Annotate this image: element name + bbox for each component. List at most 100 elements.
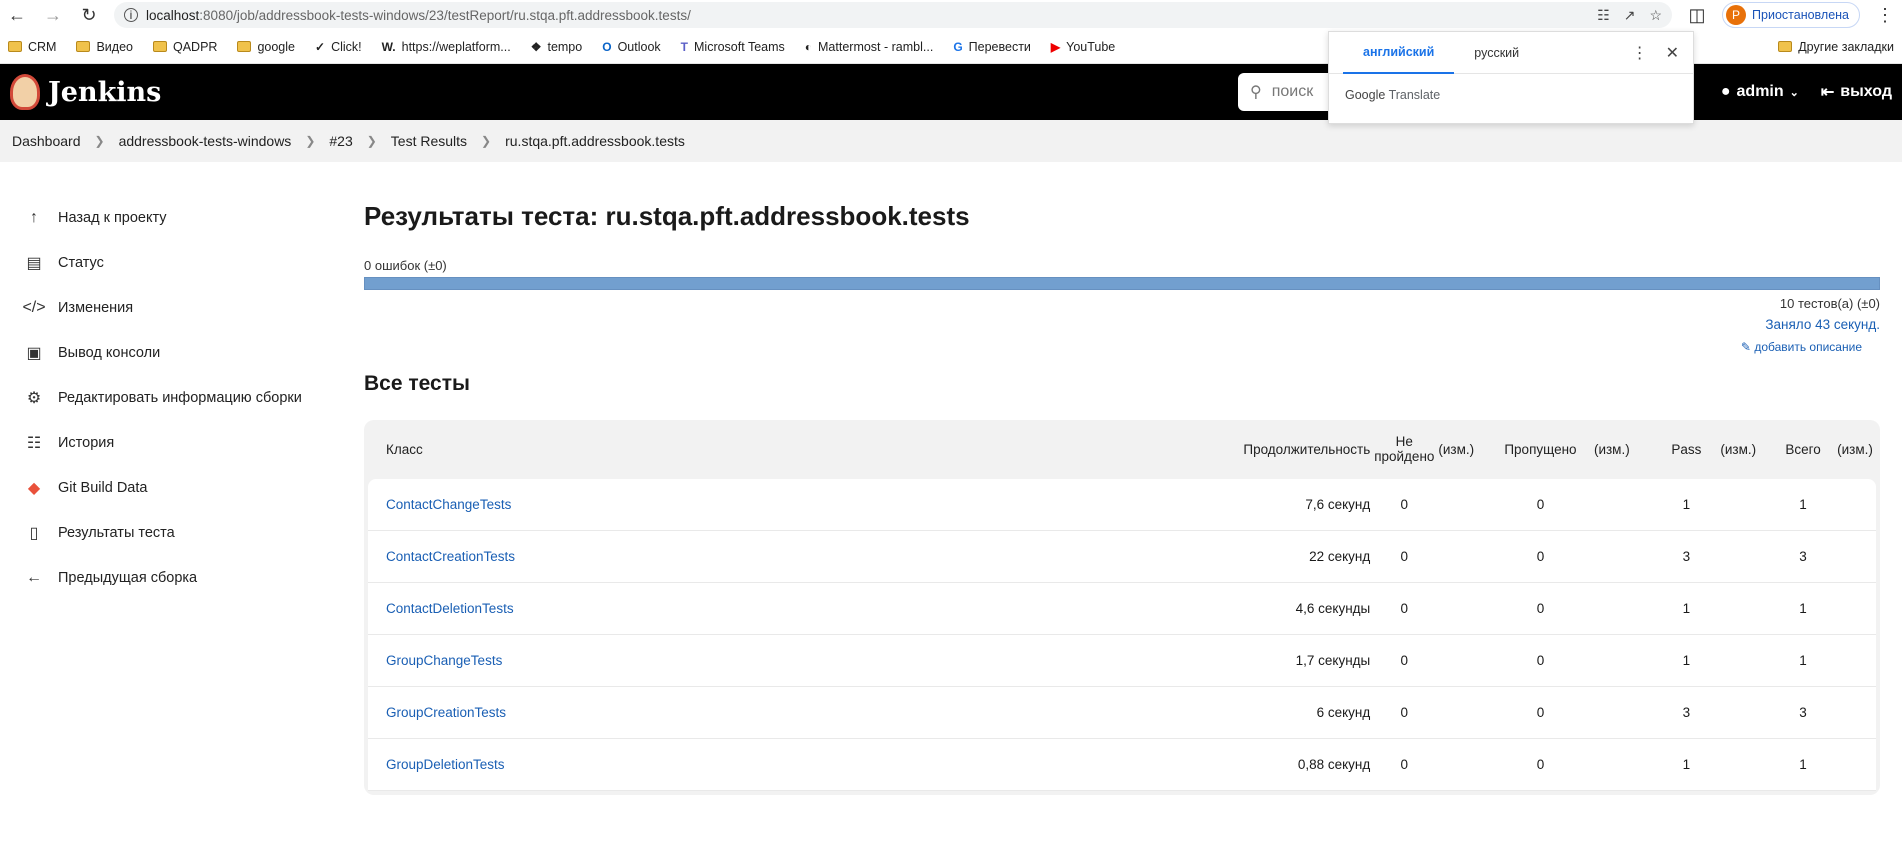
sidebar-item-previous-build[interactable]: ← Предыдущая сборка (0, 555, 340, 600)
sidebar-item-history[interactable]: ☷ История (0, 420, 340, 465)
bookmark[interactable]: ✓ Click! (315, 40, 362, 54)
col-pass[interactable]: Pass (1652, 442, 1720, 457)
duration-cell: 6 секунд (1316, 705, 1371, 720)
search-icon: ⚲ (1250, 84, 1262, 101)
col-failed-line1: Не (1395, 433, 1413, 449)
failed-cell: 0 (1400, 705, 1409, 720)
breadcrumb-item[interactable]: Test Results (391, 133, 467, 149)
jenkins-logo[interactable]: Jenkins (10, 74, 161, 110)
sidebar-item-console[interactable]: ▣ Вывод консоли (0, 330, 340, 375)
skipped-cell: 0 (1536, 757, 1545, 772)
col-total[interactable]: Всего (1769, 442, 1837, 457)
class-cell: GroupDeletionTests (368, 757, 1166, 772)
menu-dots-icon[interactable]: ⋮ (1874, 4, 1896, 26)
col-duration[interactable]: Продолжительность (1166, 442, 1370, 457)
pass-cell: 1 (1682, 757, 1691, 772)
class-link[interactable]: GroupCreationTests (386, 705, 506, 720)
breadcrumb-item[interactable]: Dashboard (12, 133, 81, 149)
bookmark[interactable]: QADPR (153, 40, 217, 54)
bookmark[interactable]: ◐ Mattermost - rambl... (805, 40, 934, 54)
add-description-link[interactable]: ✎ добавить описание (364, 340, 1880, 354)
table-row: ContactCreationTests 22 секунд 0 0 3 3 (368, 531, 1876, 583)
sidebar-item-changes[interactable]: </> Изменения (0, 285, 340, 330)
bookmark[interactable]: ❖ tempo (531, 40, 583, 54)
class-cell: ContactCreationTests (368, 549, 1166, 564)
col-failed-line2: пройдено (1374, 448, 1435, 464)
logout-label: выход (1840, 83, 1892, 100)
bookmark-label: tempo (547, 39, 583, 54)
breadcrumb-item[interactable]: ru.stqa.pft.addressbook.tests (505, 133, 685, 149)
bookmark[interactable]: ▶ YouTube (1051, 40, 1115, 54)
more-options-icon[interactable]: ⋮ (1632, 43, 1648, 63)
user-icon: ● (1720, 83, 1731, 100)
bookmark[interactable]: W. https://weplatform... (382, 40, 511, 54)
col-skipped-diff[interactable]: (изм.) (1594, 442, 1652, 457)
class-link[interactable]: ContactCreationTests (386, 549, 515, 564)
sidebar-item-label: Статус (58, 254, 104, 271)
failed-cell: 0 (1400, 549, 1409, 564)
tab-russian[interactable]: русский (1454, 32, 1539, 74)
profile-button[interactable]: P Приостановлена (1722, 2, 1860, 28)
class-link[interactable]: ContactDeletionTests (386, 601, 514, 616)
sidebar-item-back[interactable]: ↑ Назад к проекту (0, 195, 340, 240)
pencil-icon: ✎ (1740, 340, 1751, 354)
side-panel-icon[interactable]: ◫ (1686, 4, 1708, 26)
class-cell: GroupChangeTests (368, 653, 1166, 668)
document-icon: ▤ (26, 254, 42, 272)
back-icon[interactable]: ← (6, 4, 28, 26)
terminal-icon: ▣ (26, 344, 42, 362)
share-icon[interactable]: ↗ (1624, 7, 1636, 24)
address-bar[interactable]: i localhost:8080/job/addressbook-tests-w… (114, 2, 1673, 28)
bookmark[interactable]: T Microsoft Teams (681, 40, 785, 54)
bookmark[interactable]: CRM (8, 40, 56, 54)
close-icon[interactable]: ✕ (1666, 43, 1679, 63)
class-link[interactable]: ContactChangeTests (386, 497, 511, 512)
other-bookmarks[interactable]: Другие закладки (1778, 40, 1894, 54)
table-row: GroupChangeTests 1,7 секунды 0 0 1 1 (368, 635, 1876, 687)
table-row: GroupCreationTests 6 секунд 0 0 3 3 (368, 687, 1876, 739)
bookmark[interactable]: O Outlook (602, 40, 660, 54)
sidebar-item-status[interactable]: ▤ Статус (0, 240, 340, 285)
user-menu[interactable]: ● admin ⌄ (1721, 83, 1799, 101)
logout-button[interactable]: ⇤ выход (1821, 82, 1892, 102)
arrow-up-icon: ↑ (30, 208, 38, 226)
translate-icon[interactable]: ☷ (1597, 7, 1610, 24)
class-link[interactable]: GroupDeletionTests (386, 757, 505, 772)
class-cell: ContactDeletionTests (368, 601, 1166, 616)
star-icon[interactable]: ☆ (1649, 7, 1662, 24)
col-class[interactable]: Класс (368, 442, 1166, 457)
bookmark-label: https://weplatform... (401, 39, 511, 54)
avatar: P (1726, 5, 1747, 25)
chevron-right-icon: ❯ (481, 134, 492, 148)
app-name: Jenkins (48, 76, 162, 108)
col-pass-diff[interactable]: (изм.) (1720, 442, 1769, 457)
sidebar-item-git[interactable]: ◆ Git Build Data (0, 465, 340, 510)
bookmark[interactable]: Видео (76, 40, 133, 54)
search-placeholder: поиск (1271, 83, 1314, 100)
sidebar-item-label: Git Build Data (58, 479, 148, 496)
forward-icon[interactable]: → (42, 4, 64, 26)
col-total-diff[interactable]: (изм.) (1837, 442, 1876, 457)
history-icon: ☷ (26, 434, 42, 452)
breadcrumb-item[interactable]: addressbook-tests-windows (119, 133, 292, 149)
bookmark[interactable]: G Перевести (953, 40, 1031, 54)
sidebar-item-label: Вывод консоли (58, 344, 161, 361)
bookmark-label: Перевести (968, 39, 1031, 54)
sidebar-item-test-results[interactable]: ▯ Результаты теста (0, 510, 340, 555)
folder-icon (237, 41, 252, 52)
sidebar-item-edit-build[interactable]: ⚙ Редактировать информацию сборки (0, 375, 340, 420)
site-info-icon[interactable]: i (124, 8, 138, 22)
weplatform-icon: W. (381, 39, 396, 54)
breadcrumb-item[interactable]: #23 (329, 133, 352, 149)
bookmark[interactable]: google (237, 40, 295, 54)
tab-english[interactable]: английский (1343, 32, 1455, 74)
folder-icon (8, 41, 22, 52)
col-failed-diff[interactable]: (изм.) (1438, 442, 1487, 457)
google-translate-icon: G (953, 39, 963, 54)
col-failed[interactable]: Не пройдено (1370, 433, 1438, 465)
reload-icon[interactable]: ↻ (78, 4, 100, 26)
col-skipped[interactable]: Пропущено (1487, 442, 1594, 457)
class-link[interactable]: GroupChangeTests (386, 653, 502, 668)
total-cell: 1 (1799, 601, 1807, 616)
duration-link[interactable]: Заняло 43 секунд. (364, 317, 1880, 332)
